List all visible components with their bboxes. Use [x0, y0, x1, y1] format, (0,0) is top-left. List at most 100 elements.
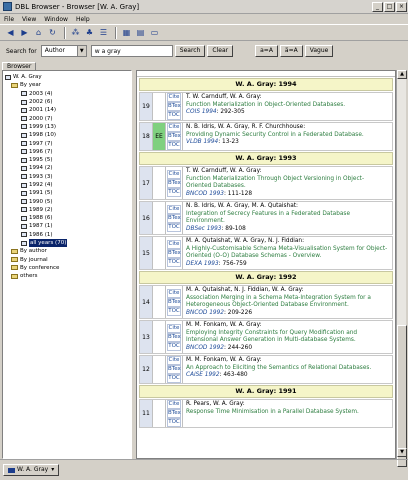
- tree-year-item[interactable]: 1994 (2): [3, 164, 131, 172]
- bibtex-link[interactable]: BTex: [167, 213, 181, 223]
- toc-link[interactable]: TOC: [167, 187, 181, 197]
- tree-by-journal[interactable]: By journal: [3, 256, 131, 264]
- tree-year-item[interactable]: 1990 (5): [3, 197, 131, 205]
- menu-help[interactable]: Help: [76, 16, 90, 23]
- cite-link[interactable]: Cite: [167, 288, 181, 298]
- tree-year-item[interactable]: 1989 (2): [3, 206, 131, 214]
- list-icon[interactable]: ☰: [97, 27, 110, 39]
- search-button[interactable]: Search: [174, 45, 206, 57]
- menu-window[interactable]: Window: [44, 16, 68, 23]
- tree-year-item[interactable]: 2002 (6): [3, 98, 131, 106]
- case-toggle-button[interactable]: a=A: [255, 45, 278, 57]
- bibtex-link[interactable]: BTex: [167, 332, 181, 342]
- bibtex-link[interactable]: BTex: [167, 248, 181, 258]
- tree-year-item[interactable]: 2003 (4): [3, 90, 131, 98]
- tree-year-item[interactable]: 1993 (3): [3, 173, 131, 181]
- toc-link[interactable]: TOC: [167, 257, 181, 267]
- tree-root[interactable]: W. A. Gray: [3, 73, 131, 81]
- tree-year-item[interactable]: 2000 (7): [3, 114, 131, 122]
- search-field-select[interactable]: Author ▼: [40, 45, 87, 57]
- entry-authors[interactable]: M. M. Fonkam, W. A. Gray:: [186, 357, 389, 365]
- venue-link[interactable]: BNCOD 1992: [186, 310, 224, 316]
- cite-link[interactable]: Cite: [167, 239, 181, 249]
- entry-authors[interactable]: M. A. Qutaishat, N. J. Fiddian, W. A. Gr…: [186, 287, 389, 295]
- tree-year-item[interactable]: 1995 (5): [3, 156, 131, 164]
- tree-others[interactable]: others: [3, 272, 131, 280]
- accent-toggle-button[interactable]: ä=A: [279, 45, 303, 57]
- venue-link[interactable]: BNCOD 1992: [186, 345, 224, 351]
- bibtex-link[interactable]: BTex: [167, 102, 181, 111]
- scroll-down-button[interactable]: ▼: [397, 448, 407, 457]
- home-icon[interactable]: ⌂: [32, 27, 45, 39]
- venue-link[interactable]: COIS 1994: [186, 109, 217, 115]
- window-icon[interactable]: ▭: [148, 27, 161, 39]
- forward-icon[interactable]: ▶: [18, 27, 31, 39]
- toc-link[interactable]: TOC: [167, 374, 181, 383]
- cite-link[interactable]: Cite: [167, 123, 181, 132]
- tree-by-conference[interactable]: By conference: [3, 264, 131, 272]
- results-scrollbar[interactable]: ▲ ▼: [396, 70, 407, 467]
- toc-link[interactable]: TOC: [167, 222, 181, 232]
- entry-authors[interactable]: T. W. Carnduff, W. A. Gray:: [186, 94, 389, 102]
- tree-year-item[interactable]: 1986 (1): [3, 231, 131, 239]
- scroll-thumb[interactable]: [397, 325, 407, 467]
- tree-year-item[interactable]: 1997 (7): [3, 139, 131, 147]
- grid-icon[interactable]: ▤: [134, 27, 147, 39]
- reload-icon[interactable]: ↻: [46, 27, 59, 39]
- entry-authors[interactable]: M. M. Fonkam, W. A. Gray:: [186, 322, 389, 330]
- minimize-button[interactable]: _: [372, 1, 383, 12]
- toc-link[interactable]: TOC: [167, 111, 181, 120]
- entry-authors[interactable]: R. Pears, W. A. Gray:: [186, 401, 389, 409]
- entry-authors[interactable]: T. W. Carnduff, W. A. Gray:: [186, 168, 389, 176]
- cite-link[interactable]: Cite: [167, 93, 181, 102]
- maximize-button[interactable]: □: [384, 1, 395, 12]
- table-icon[interactable]: ▦: [120, 27, 133, 39]
- cite-link[interactable]: Cite: [167, 323, 181, 333]
- tree-year-item[interactable]: 1999 (13): [3, 123, 131, 131]
- tree-year-item[interactable]: 1987 (1): [3, 222, 131, 230]
- graph-icon[interactable]: ⁂: [69, 27, 82, 39]
- back-icon[interactable]: ◀: [4, 27, 17, 39]
- venue-link[interactable]: DEXA 1993: [186, 261, 219, 267]
- tree-year-item[interactable]: 1996 (7): [3, 148, 131, 156]
- status-tab[interactable]: W. A. Gray ▾: [3, 464, 60, 476]
- cite-link[interactable]: Cite: [167, 169, 181, 179]
- bibtex-link[interactable]: BTex: [167, 409, 181, 418]
- venue-link[interactable]: DBSec 1993: [186, 226, 221, 232]
- toc-link[interactable]: TOC: [167, 341, 181, 351]
- tree-year-item[interactable]: all years (70): [3, 239, 131, 248]
- bibtex-link[interactable]: BTex: [167, 132, 181, 141]
- cite-link[interactable]: Cite: [167, 356, 181, 365]
- menu-view[interactable]: View: [22, 16, 36, 23]
- tree-by-year[interactable]: By year: [3, 81, 131, 89]
- close-button[interactable]: ×: [396, 1, 407, 12]
- vague-button[interactable]: Vague: [304, 45, 334, 57]
- bibtex-link[interactable]: BTex: [167, 297, 181, 307]
- tree-year-item[interactable]: 1991 (5): [3, 189, 131, 197]
- tree-year-item[interactable]: 1988 (6): [3, 214, 131, 222]
- cite-link[interactable]: Cite: [167, 204, 181, 214]
- tree-by-author[interactable]: By author: [3, 247, 131, 255]
- search-input[interactable]: [90, 45, 173, 57]
- venue-link[interactable]: VLDB 1994: [186, 139, 218, 145]
- bibtex-link[interactable]: BTex: [167, 365, 181, 374]
- tree-year-item[interactable]: 2001 (14): [3, 106, 131, 114]
- toc-link[interactable]: TOC: [167, 141, 181, 150]
- menu-file[interactable]: File: [4, 16, 14, 23]
- entry-authors[interactable]: N. B. Idris, W. A. Gray, M. A. Qutaishat…: [186, 203, 389, 211]
- clear-button[interactable]: Clear: [207, 45, 234, 57]
- tree-year-item[interactable]: 1998 (10): [3, 131, 131, 139]
- toc-link[interactable]: TOC: [167, 306, 181, 316]
- venue-link[interactable]: BNCOD 1993: [186, 191, 224, 197]
- venue-link[interactable]: CAiSE 1992: [186, 372, 220, 378]
- entry-authors[interactable]: M. A. Qutaishat, W. A. Gray, N. J. Fiddi…: [186, 238, 389, 246]
- bibtex-link[interactable]: BTex: [167, 178, 181, 188]
- toc-link[interactable]: TOC: [167, 418, 181, 427]
- tree-year-item[interactable]: 1992 (4): [3, 181, 131, 189]
- entry-authors[interactable]: N. B. Idris, W. A. Gray, R. F. Churchhou…: [186, 124, 389, 132]
- tree-icon[interactable]: ♣: [83, 27, 96, 39]
- tree-by-journal-label: By journal: [20, 256, 48, 263]
- cite-link[interactable]: Cite: [167, 400, 181, 409]
- ee-link[interactable]: EE: [153, 123, 166, 150]
- scroll-up-button[interactable]: ▲: [397, 70, 407, 79]
